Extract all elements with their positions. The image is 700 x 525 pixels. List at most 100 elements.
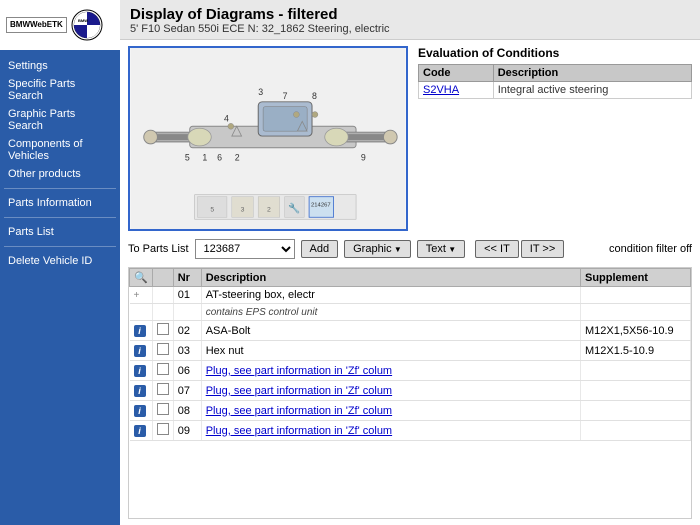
description-cell: Plug, see part information in 'Zf' colum — [201, 361, 580, 381]
bmw-web-etk-logo: BMWWebETK — [6, 17, 67, 33]
sidebar-item-parts-list[interactable]: Parts List — [4, 224, 116, 240]
main-content: Display of Diagrams - filtered 5' F10 Se… — [120, 0, 700, 525]
supplement-cell — [581, 401, 691, 421]
supplement-cell — [581, 421, 691, 441]
toolbar: To Parts List 123687 Add Graphic Text <<… — [128, 235, 692, 263]
expand-icon[interactable]: + — [134, 290, 140, 301]
text-button[interactable]: Text — [417, 240, 465, 258]
svg-text:3: 3 — [258, 87, 263, 97]
description-cell: contains EPS control unit — [201, 304, 580, 321]
diagram-container[interactable]: 7 8 3 4 5 1 6 2 9 — [128, 46, 408, 231]
info-icon[interactable]: i — [134, 405, 146, 417]
page-title: Display of Diagrams - filtered — [130, 6, 690, 23]
top-section: 7 8 3 4 5 1 6 2 9 — [128, 46, 692, 231]
svg-text:5: 5 — [210, 206, 214, 213]
sidebar-divider-3 — [4, 246, 116, 247]
info-icon[interactable]: i — [134, 385, 146, 397]
eval-col-code: Code — [419, 65, 494, 82]
parts-table: 🔍 Nr Description Supplement + 01 AT-stee… — [129, 268, 691, 441]
description-text: AT-steering box, electr — [206, 289, 315, 301]
parts-table-container[interactable]: 🔍 Nr Description Supplement + 01 AT-stee… — [128, 267, 692, 519]
supplement-cell: M12X1.5-10.9 — [581, 341, 691, 361]
supplement-cell: M12X1,5X56-10.9 — [581, 321, 691, 341]
row-checkbox[interactable] — [157, 363, 169, 375]
checkbox-cell — [152, 341, 173, 361]
row-checkbox[interactable] — [157, 343, 169, 355]
info-icon[interactable]: i — [134, 325, 146, 337]
table-row: i 06 Plug, see part information in 'Zf' … — [130, 361, 691, 381]
main-body: 7 8 3 4 5 1 6 2 9 — [120, 40, 700, 525]
nr-cell: 08 — [173, 401, 201, 421]
eval-col-desc: Description — [493, 65, 691, 82]
evaluation-table: Code Description S2VHA Integral active s… — [418, 64, 692, 99]
nr-cell: 03 — [173, 341, 201, 361]
row-checkbox[interactable] — [157, 403, 169, 415]
sidebar-item-other-products[interactable]: Other products — [4, 166, 116, 182]
table-row: i 07 Plug, see part information in 'Zf' … — [130, 381, 691, 401]
bmw-logo: BMW — [71, 9, 103, 41]
description-link[interactable]: Plug, see part information in 'Zf' colum — [206, 425, 392, 437]
col-description-header: Description — [201, 269, 580, 287]
parts-list-select[interactable]: 123687 — [195, 239, 295, 259]
nav-buttons: << IT IT >> — [475, 240, 564, 258]
nav-next-button[interactable]: IT >> — [521, 240, 564, 258]
sidebar-item-components-of-vehicles[interactable]: Components of Vehicles — [4, 136, 116, 164]
nav-prev-button[interactable]: << IT — [475, 240, 519, 258]
info-cell: i — [130, 321, 153, 341]
description-link[interactable]: Plug, see part information in 'Zf' colum — [206, 405, 392, 417]
parts-table-body: + 01 AT-steering box, electr contains EP… — [130, 287, 691, 441]
svg-text:7: 7 — [283, 91, 288, 101]
row-checkbox[interactable] — [157, 383, 169, 395]
svg-text:214267: 214267 — [311, 202, 331, 208]
description-cell: AT-steering box, electr — [201, 287, 580, 304]
supplement-cell — [581, 381, 691, 401]
description-link[interactable]: Plug, see part information in 'Zf' colum — [206, 385, 392, 397]
sidebar-item-specific-parts-search[interactable]: Specific Parts Search — [4, 76, 116, 104]
description-cell: Hex nut — [201, 341, 580, 361]
info-icon[interactable]: i — [134, 345, 146, 357]
info-cell: i — [130, 421, 153, 441]
svg-text:3: 3 — [241, 206, 245, 213]
table-row: i 08 Plug, see part information in 'Zf' … — [130, 401, 691, 421]
nr-cell: 01 — [173, 287, 201, 304]
sidebar-item-settings[interactable]: Settings — [4, 58, 116, 74]
sidebar-nav: Settings Specific Parts Search Graphic P… — [0, 50, 120, 277]
supplement-cell — [581, 304, 691, 321]
eval-desc-cell: Integral active steering — [493, 82, 691, 99]
checkbox-cell — [152, 401, 173, 421]
info-icon[interactable]: i — [134, 425, 146, 437]
sidebar-item-parts-information[interactable]: Parts Information — [4, 195, 116, 211]
svg-text:1: 1 — [202, 153, 207, 163]
row-checkbox[interactable] — [157, 423, 169, 435]
sidebar: BMWWebETK BMW Settings Specific Parts Se… — [0, 0, 120, 525]
sidebar-item-graphic-parts-search[interactable]: Graphic Parts Search — [4, 106, 116, 134]
graphic-button[interactable]: Graphic — [344, 240, 411, 258]
info-icon[interactable]: i — [134, 365, 146, 377]
checkbox-cell — [152, 421, 173, 441]
svg-text:🔧: 🔧 — [288, 201, 300, 214]
description-link[interactable]: Plug, see part information in 'Zf' colum — [206, 365, 392, 377]
add-button[interactable]: Add — [301, 240, 339, 258]
checkbox-cell — [152, 321, 173, 341]
condition-filter-label: condition filter off — [609, 243, 692, 255]
sidebar-divider-1 — [4, 188, 116, 189]
page-header: Display of Diagrams - filtered 5' F10 Se… — [120, 0, 700, 40]
table-row: i 02 ASA-Bolt M12X1,5X56-10.9 — [130, 321, 691, 341]
eval-code-cell[interactable]: S2VHA — [419, 82, 494, 99]
description-text: ASA-Bolt — [206, 325, 251, 337]
supplement-cell — [581, 287, 691, 304]
description-cell: Plug, see part information in 'Zf' colum — [201, 381, 580, 401]
checkbox-cell — [152, 361, 173, 381]
col-checkbox-header — [152, 269, 173, 287]
svg-text:4: 4 — [224, 113, 229, 123]
evaluation-table-body: S2VHA Integral active steering — [419, 82, 692, 99]
sidebar-item-delete-vehicle-id[interactable]: Delete Vehicle ID — [4, 253, 116, 269]
row-checkbox[interactable] — [157, 323, 169, 335]
table-row: i 09 Plug, see part information in 'Zf' … — [130, 421, 691, 441]
nr-cell: 09 — [173, 421, 201, 441]
nr-cell: 02 — [173, 321, 201, 341]
col-supplement-header: Supplement — [581, 269, 691, 287]
sub-description: contains EPS control unit — [206, 307, 318, 318]
svg-text:8: 8 — [312, 91, 317, 101]
info-cell: i — [130, 361, 153, 381]
